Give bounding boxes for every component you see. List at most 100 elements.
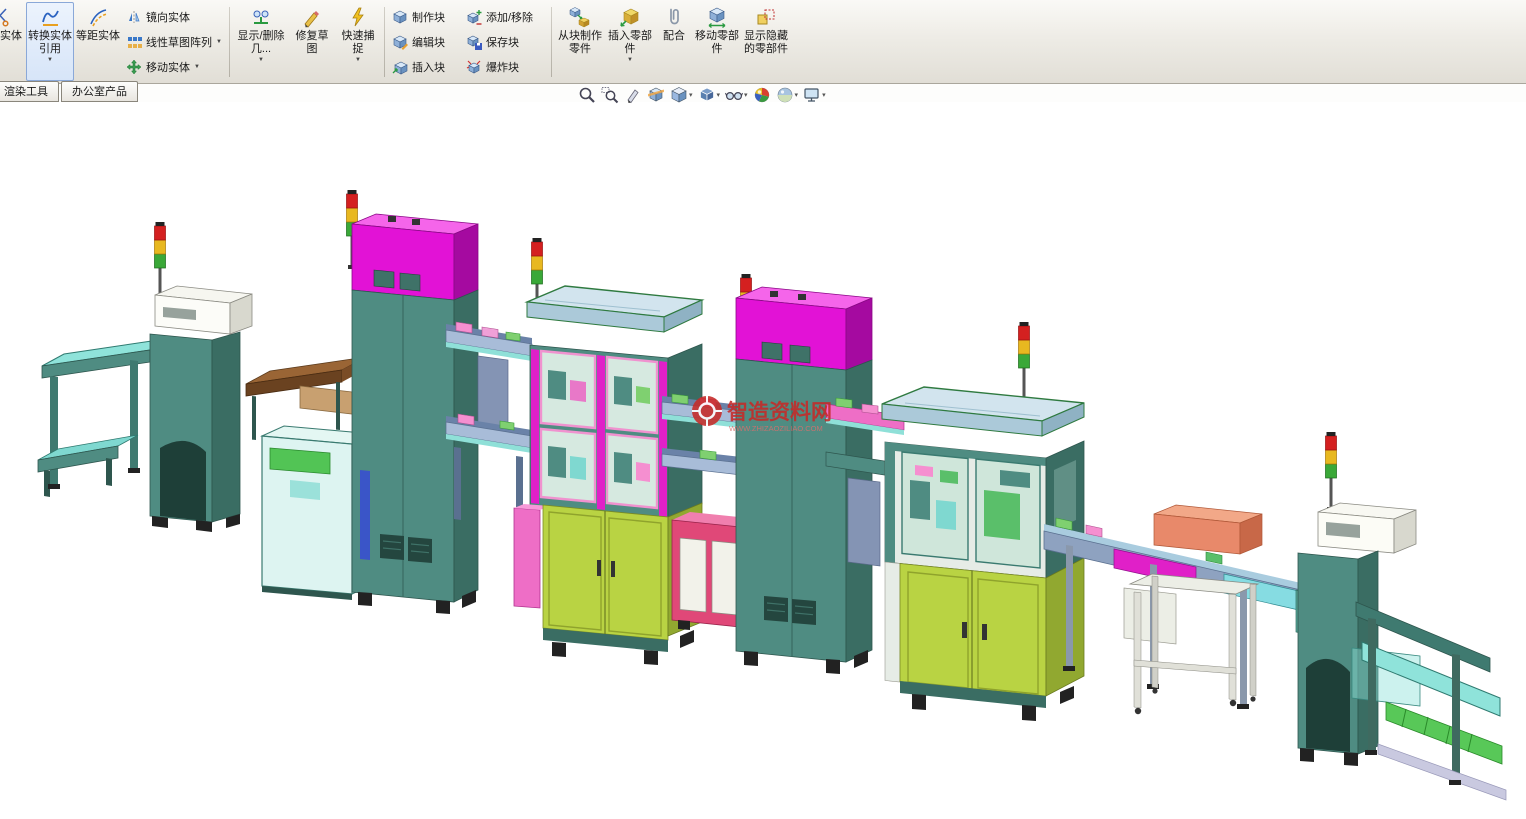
hide-show-items-icon[interactable]: ▾ [725,86,748,104]
show-hidden-components-icon [757,9,775,25]
ribbon-button-offset-entities[interactable]: 等距实体 [74,2,122,81]
mirror-entities-icon [129,11,140,23]
previous-view-icon[interactable] [624,86,642,104]
dropdown-caret: ▼ [216,39,222,45]
ribbon-button-move-component[interactable]: 移动零部件 [693,2,741,81]
ribbon-button-save-block[interactable]: 保存块 [463,31,547,53]
button-label: 快速捕捉 [341,30,375,55]
ribbon-group-sketch-tools: 镜向实体 线性草图阵列 ▼ 移动实体 ▼ [122,2,226,82]
watermark: 智造资料网 WWW.ZHIZAOZILIAO.COM [692,396,832,433]
repair-sketch-icon [304,11,319,28]
offset-entities-icon [90,9,108,27]
button-label: 修复草图 [295,30,329,55]
ribbon-separator [229,7,230,77]
dropdown-caret: ▼ [258,57,264,63]
ribbon-button-display-delete-relations[interactable]: 显示/删除几... ▼ [233,2,289,81]
mate-paperclip-icon [670,8,679,25]
tab-label: 办公室产品 [72,86,127,98]
ribbon-separator [384,7,385,77]
assembly-3d-model[interactable]: 智造资料网 WWW.ZHIZAOZILIAO.COM [0,102,1526,819]
ribbon-button-move-entities[interactable]: 移动实体 ▼ [123,56,225,78]
button-label: 制作块 [412,12,445,24]
explode-block-icon [466,60,481,74]
ribbon-button-convert-entities[interactable]: 转换实体引用 ▼ [26,2,74,81]
ribbon-button-quick-snaps[interactable]: 快速捕捉 ▼ [335,2,381,81]
ribbon-toolbar: 剪裁实体 转换实体引用 ▼ 等距实体 镜向实体 线性草图阵列 ▼ 移 [0,0,1526,84]
linear-pattern-icon [128,37,142,48]
signal-tower-1[interactable] [154,222,166,301]
dropdown-caret: ▾ [716,92,721,99]
button-label: 转换实体引用 [28,30,72,55]
watermark-subtitle: WWW.ZHIZAOZILIAO.COM [729,424,823,433]
make-block-icon [393,10,407,24]
button-label: 配合 [663,30,685,42]
make-part-from-block-icon [569,7,590,28]
ribbon-button-edit-block[interactable]: 编辑块 [389,31,461,53]
section-view-icon[interactable] [647,86,665,104]
press-machine-left[interactable] [149,222,253,532]
dropdown-caret: ▼ [47,57,53,63]
button-label: 插入零部件 [608,30,652,55]
ribbon-group-blocks-2: 添加/移除 保存块 爆炸块 [462,2,548,82]
ribbon-button-trim-entities[interactable]: 剪裁实体 [0,2,26,82]
watermark-title: 智造资料网 [727,400,832,424]
dropdown-caret: ▾ [822,92,826,99]
ribbon-group-blocks-1: 制作块 编辑块 插入块 [388,2,462,82]
button-label: 等距实体 [76,30,120,42]
ribbon-button-repair-sketch[interactable]: 修复草图 [289,2,335,81]
button-label: 移动零部件 [695,30,739,55]
tower-machine-1[interactable] [346,190,479,614]
button-label: 显示隐藏的零部件 [744,30,788,55]
quick-snaps-icon [352,7,364,27]
view-orientation-icon[interactable]: ▾ [670,86,693,104]
tab-office-products[interactable]: 办公室产品 [61,81,138,102]
cad-application-window: 剪裁实体 转换实体引用 ▼ 等距实体 镜向实体 线性草图阵列 ▼ 移 [0,0,1526,819]
ribbon-button-mate[interactable]: 配合 [655,2,693,81]
ribbon-button-make-part-from-block[interactable]: 从块制作零件 [555,2,605,81]
display-style-icon[interactable]: ▾ [698,86,721,104]
dropdown-caret: ▾ [689,92,693,99]
view-settings-icon[interactable]: ▾ [803,86,826,104]
insert-components-icon [620,8,639,27]
dropdown-caret: ▾ [744,92,748,99]
zoom-area-icon[interactable] [601,86,619,104]
button-label: 从块制作零件 [558,30,602,55]
ribbon-button-add-remove[interactable]: 添加/移除 [463,6,547,28]
insert-block-icon [392,61,408,75]
ribbon-button-insert-components[interactable]: 插入零部件 ▼ [605,2,655,81]
move-entities-icon [126,59,142,75]
ribbon-button-linear-sketch-pattern[interactable]: 线性草图阵列 ▼ [123,31,225,53]
button-label: 剪裁实体 [0,30,22,42]
button-label: 爆炸块 [486,62,519,74]
button-label: 编辑块 [412,37,445,49]
dropdown-caret: ▼ [627,57,633,63]
ribbon-button-mirror-entities[interactable]: 镜向实体 [123,6,225,28]
ribbon-button-make-block[interactable]: 制作块 [389,6,461,28]
trim-entities-icon [0,8,9,27]
tower-machine-2[interactable] [735,274,873,674]
dropdown-caret: ▾ [794,92,799,99]
button-label: 线性草图阵列 [146,37,212,49]
ribbon-separator [551,7,552,77]
button-label: 移动实体 [146,62,190,74]
ribbon-button-explode-block[interactable]: 爆炸块 [463,56,547,78]
headsup-view-toolbar: ▾ ▾ ▾ ▾ ▾ [578,86,826,104]
dropdown-caret: ▼ [355,57,361,63]
tab-label: 渲染工具 [4,86,48,98]
convert-entities-icon [42,10,59,26]
apply-scene-icon[interactable]: ▾ [776,86,799,104]
graphics-viewport[interactable]: 智造资料网 WWW.ZHIZAOZILIAO.COM [0,102,1526,819]
inspection-machine-right[interactable] [881,322,1085,721]
button-label: 保存块 [486,37,519,49]
signal-tower-5[interactable] [1018,322,1030,401]
save-block-icon [467,35,482,50]
zoom-fit-icon[interactable] [578,86,596,104]
edit-appearance-icon[interactable] [753,86,771,104]
display-delete-relations-icon [253,10,269,24]
ribbon-button-show-hidden-components[interactable]: 显示隐藏的零部件 [741,2,791,81]
ribbon-button-insert-block[interactable]: 插入块 [389,56,461,78]
move-component-icon [708,7,726,28]
tab-render-tools[interactable]: 渲染工具 [0,81,61,102]
edit-block-icon [393,35,408,50]
signal-tower-6[interactable] [1325,432,1337,511]
